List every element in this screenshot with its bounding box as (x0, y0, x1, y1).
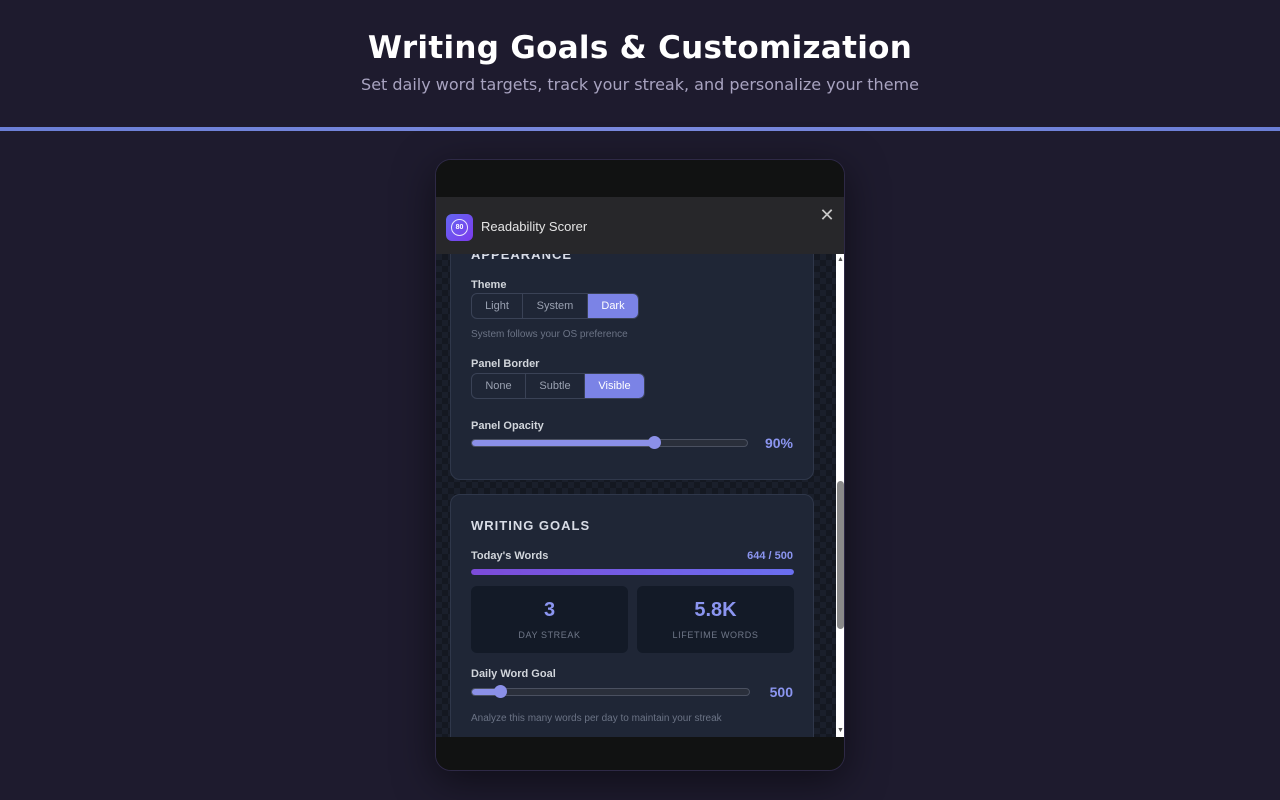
panel-opacity-thumb[interactable] (647, 436, 661, 449)
scroll-up-arrow-icon[interactable]: ▲ (836, 255, 844, 265)
daily-goal-value: 500 (769, 684, 793, 700)
appearance-card: APPEARANCE Theme Light System Dark Syste… (450, 254, 814, 480)
day-streak-stat: 3 DAY STREAK (471, 586, 628, 653)
panel-opacity-fill (472, 440, 654, 446)
todays-words-value: 644 / 500 (747, 550, 793, 562)
todays-words-label: Today's Words (471, 550, 549, 562)
lifetime-words-label: LIFETIME WORDS (672, 630, 759, 640)
panel-opacity-label: Panel Opacity (471, 420, 544, 432)
writing-goals-card: WRITING GOALS Today's Words 644 / 500 3 … (450, 494, 814, 737)
settings-scroll-area[interactable]: APPEARANCE Theme Light System Dark Syste… (436, 254, 836, 737)
close-icon[interactable]: ✕ (817, 205, 837, 225)
panel-bottom-strip (436, 737, 844, 770)
panel-opacity-slider[interactable] (471, 436, 748, 449)
todays-words-progress-fill (471, 569, 794, 575)
panel-titlebar: 80 Readability Scorer ✕ (436, 197, 844, 254)
border-option-none[interactable]: None (472, 374, 526, 398)
day-streak-label: DAY STREAK (518, 630, 581, 640)
theme-hint: System follows your OS preference (471, 329, 628, 340)
app-name: Readability Scorer (481, 219, 588, 234)
panel-border-selector: None Subtle Visible (471, 373, 645, 399)
theme-label: Theme (471, 279, 507, 291)
lifetime-words-stat: 5.8K LIFETIME WORDS (637, 586, 794, 653)
extension-panel: 80 Readability Scorer ✕ APPEARANCE Theme… (435, 159, 845, 771)
day-streak-value: 3 (543, 599, 556, 621)
daily-goal-thumb[interactable] (493, 685, 507, 698)
scrollbar-thumb[interactable] (837, 481, 844, 629)
page-header: Writing Goals & Customization Set daily … (0, 0, 1280, 127)
lifetime-words-value: 5.8K (694, 599, 737, 621)
theme-option-system[interactable]: System (523, 294, 588, 318)
daily-goal-hint: Analyze this many words per day to maint… (471, 713, 722, 724)
todays-words-progress (471, 569, 794, 575)
theme-selector: Light System Dark (471, 293, 639, 319)
daily-goal-slider[interactable] (471, 685, 750, 698)
border-option-subtle[interactable]: Subtle (526, 374, 585, 398)
vertical-scrollbar[interactable]: ▲ ▼ (836, 254, 844, 737)
app-logo-icon: 80 (446, 214, 473, 241)
header-divider (0, 127, 1280, 131)
scroll-down-arrow-icon[interactable]: ▼ (836, 726, 844, 736)
page-title: Writing Goals & Customization (367, 30, 913, 66)
panel-opacity-value: 90% (764, 435, 793, 451)
theme-option-dark[interactable]: Dark (588, 294, 638, 318)
theme-option-light[interactable]: Light (472, 294, 523, 318)
border-option-visible[interactable]: Visible (585, 374, 644, 398)
page-subtitle: Set daily word targets, track your strea… (361, 75, 919, 94)
app-logo-score: 80 (455, 224, 464, 231)
panel-border-label: Panel Border (471, 358, 540, 370)
appearance-section-title: APPEARANCE (471, 254, 573, 262)
daily-goal-label: Daily Word Goal (471, 668, 556, 680)
writing-goals-section-title: WRITING GOALS (471, 518, 591, 533)
panel-top-strip (436, 160, 844, 197)
